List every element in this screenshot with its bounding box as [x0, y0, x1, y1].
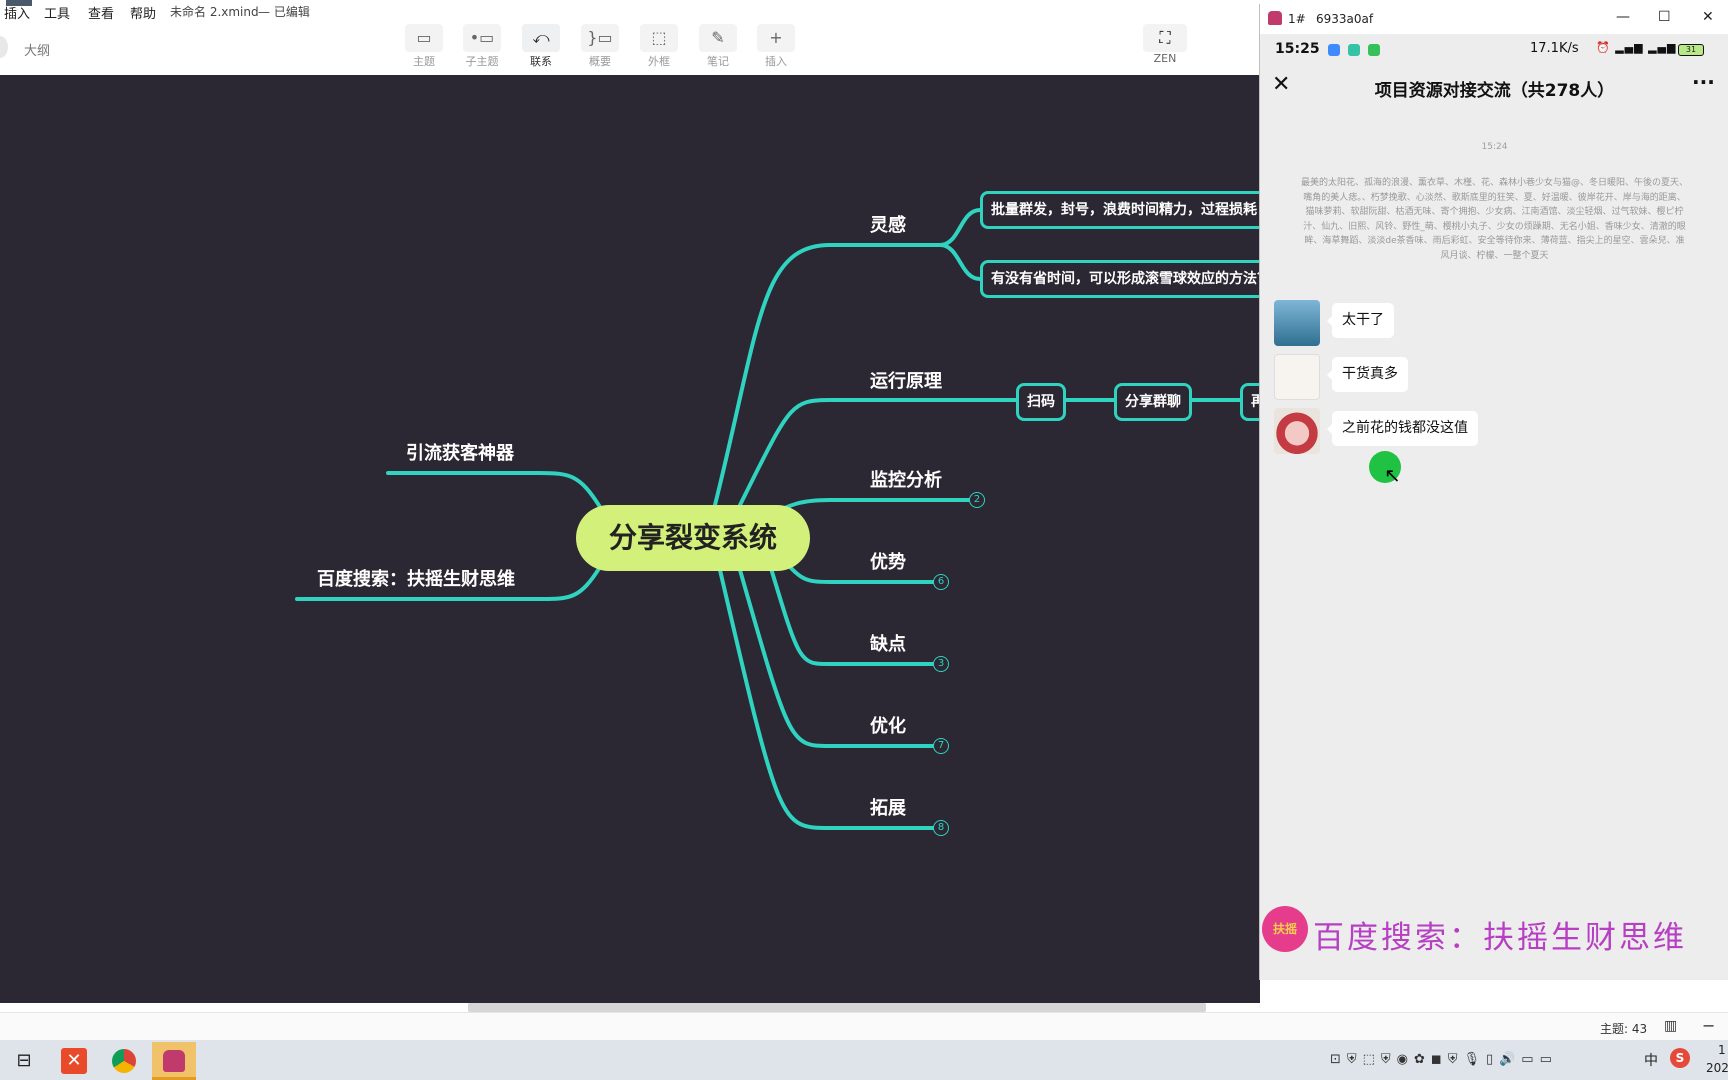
menu-insert[interactable]: 插入: [4, 3, 30, 22]
map-view-icon[interactable]: ▥: [1664, 1018, 1677, 1034]
subtopic-next[interactable]: 再: [1240, 383, 1260, 421]
minimize-icon[interactable]: —: [1616, 9, 1630, 25]
more-icon[interactable]: ···: [1692, 70, 1715, 94]
device-id: 6933a0af: [1316, 12, 1374, 26]
chrome-icon[interactable]: [104, 1042, 144, 1080]
topic-count: 主题: 43: [1600, 1022, 1648, 1036]
document-name: 未命名 2.xmind: [170, 5, 259, 19]
branch-advantage[interactable]: 优势: [870, 548, 906, 574]
edit-status: — 已编辑: [258, 5, 310, 19]
outline-tab[interactable]: 大纲: [24, 40, 50, 59]
connector-insp-2: [938, 243, 982, 281]
ime-indicator[interactable]: 中: [1644, 1050, 1658, 1070]
relationship-icon: ⤺: [522, 24, 560, 52]
menu-help[interactable]: 帮助: [130, 3, 156, 22]
root-topic[interactable]: 分享裂变系统: [576, 505, 810, 571]
branch-monitor[interactable]: 监控分析: [870, 466, 942, 492]
branch-disadvantage[interactable]: 缺点: [870, 630, 906, 656]
taskbar-clock[interactable]: 1: [1718, 1043, 1726, 1057]
branch-optimize[interactable]: 优化: [870, 712, 906, 738]
chat-title: 项目资源对接交流（共278人）: [1374, 81, 1615, 101]
message-bubble[interactable]: 太干了: [1327, 303, 1394, 338]
avatar-white-cat[interactable]: [1274, 354, 1320, 400]
zen-mode-button[interactable]: ⛶ ZEN: [1140, 22, 1190, 65]
mouse-cursor-icon: ↖: [1384, 463, 1401, 487]
phone-clock: 15:25: [1275, 41, 1320, 57]
zoom-out-icon[interactable]: −: [1702, 1016, 1715, 1035]
subtopic-button[interactable]: •▭ 子主题: [456, 22, 508, 69]
connector-advantage: [778, 553, 942, 584]
collapsed-count-badge[interactable]: 2: [969, 492, 985, 508]
watermark-logo: 扶摇: [1262, 906, 1308, 952]
group-join-notice: 最美的太阳花、孤海的浪漫、薰衣草、木槿、花、森林小巷少女与猫@、冬日暖阳、午後の…: [1300, 178, 1688, 261]
relationship-button[interactable]: ⤺ 联系: [515, 22, 567, 69]
topic-button[interactable]: ▭ 主题: [398, 22, 450, 69]
taskbar: ⊟ ✕ ⊡⛨⬚⛨◉✿◼⛨🎙▯🔊▭▭ 中 S 1 202: [0, 1040, 1728, 1080]
connector-disadvantage: [768, 563, 942, 667]
avatar-lake-girl[interactable]: [1274, 300, 1320, 346]
branch-traffic-tool[interactable]: 引流获客神器: [406, 439, 514, 465]
taskbar-date[interactable]: 202: [1706, 1061, 1728, 1075]
connector-monitor: [768, 498, 972, 517]
note-button[interactable]: ✎ 笔记: [692, 22, 744, 69]
avatar-red-devil[interactable]: [1274, 408, 1320, 454]
collapsed-count-badge[interactable]: 3: [933, 656, 949, 672]
menu-view[interactable]: 查看: [88, 3, 114, 22]
menu-tools[interactable]: 工具: [44, 3, 70, 22]
window-index: 1#: [1288, 12, 1306, 26]
subtopic-batch-send[interactable]: 批量群发，封号，浪费时间精力，过程损耗: [980, 191, 1260, 229]
android-emulator-icon[interactable]: [152, 1042, 196, 1080]
branch-principle[interactable]: 运行原理: [870, 367, 942, 393]
branch-expand[interactable]: 拓展: [870, 794, 906, 820]
branch-inspiration[interactable]: 灵感: [870, 211, 906, 237]
boundary-button[interactable]: ⬚ 外框: [633, 22, 685, 69]
taskview-icon[interactable]: ⊟: [4, 1042, 44, 1080]
subtopic-share-group[interactable]: 分享群聊: [1114, 383, 1192, 421]
subtopic-scan-code[interactable]: 扫码: [1016, 383, 1066, 421]
chat-header: ✕ 项目资源对接交流（共278人） ···: [1260, 70, 1728, 110]
connector-insp-1: [938, 208, 982, 247]
system-tray[interactable]: ⊡⛨⬚⛨◉✿◼⛨🎙▯🔊▭▭: [1330, 1052, 1558, 1067]
sidebar-toggle[interactable]: [0, 36, 8, 58]
xmind-app-icon[interactable]: ✕: [54, 1042, 94, 1080]
horizontal-scrollbar[interactable]: [468, 1003, 1206, 1012]
branch-baidu-search[interactable]: 百度搜索：扶摇生财思维: [317, 565, 515, 591]
topic-icon: ▭: [405, 24, 443, 52]
connector-optimize: [738, 568, 942, 748]
plus-icon: +: [757, 24, 795, 52]
signal-icon: ⏰ ▂▄▆ ▂▄▆ ≋: [1596, 41, 1692, 54]
phone-window-titlebar: 1# 6933a0af — ☐ ✕: [1260, 4, 1728, 34]
notification-app-icon: [1348, 44, 1360, 56]
maximize-icon[interactable]: ☐: [1658, 9, 1671, 25]
wechat-icon: [1368, 44, 1380, 56]
phone-mirror-window: 1# 6933a0af — ☐ ✕ 15:25 17.1K/s ⏰ ▂▄▆ ▂▄…: [1259, 4, 1728, 980]
close-window-icon[interactable]: ✕: [1702, 9, 1714, 25]
status-bar: 主题: 43 ▥ −: [0, 1012, 1728, 1040]
network-rate: 17.1K/s: [1530, 41, 1579, 56]
collapsed-count-badge[interactable]: 8: [933, 820, 949, 836]
phone-status-bar: 15:25 17.1K/s ⏰ ▂▄▆ ▂▄▆ ≋ 31: [1260, 34, 1728, 64]
subtopic-snowball[interactable]: 有没有省时间，可以形成滚雪球效应的方法？: [980, 260, 1260, 298]
boundary-icon: ⬚: [640, 24, 678, 52]
insert-button[interactable]: + 插入: [750, 22, 802, 69]
subtopic-icon: •▭: [463, 24, 501, 52]
notification-app-icon: [1328, 44, 1340, 56]
watermark-text: 百度搜索：扶摇生财思维: [1313, 920, 1687, 956]
summary-button[interactable]: }▭ 概要: [574, 22, 626, 69]
note-icon: ✎: [699, 24, 737, 52]
message-bubble[interactable]: 干货真多: [1327, 357, 1408, 392]
mindmap-canvas[interactable]: 分享裂变系统 引流获客神器 百度搜索：扶摇生财思维 灵感 运行原理 监控分析 优…: [0, 75, 1260, 1003]
chat-timestamp: 15:24: [1481, 142, 1508, 152]
fullscreen-icon: ⛶: [1143, 24, 1187, 52]
collapsed-count-badge[interactable]: 7: [933, 738, 949, 754]
battery-icon: 31: [1678, 44, 1704, 56]
summary-icon: }▭: [581, 24, 619, 52]
sogou-ime-icon[interactable]: S: [1670, 1048, 1690, 1068]
connector-traffic: [386, 471, 602, 509]
collapsed-count-badge[interactable]: 6: [933, 574, 949, 590]
menu-bar: 插入 工具 查看 帮助 未命名 2.xmind — 已编辑: [0, 0, 1260, 22]
message-bubble[interactable]: 之前花的钱都没这值: [1327, 411, 1478, 446]
android-icon: [1268, 11, 1282, 25]
